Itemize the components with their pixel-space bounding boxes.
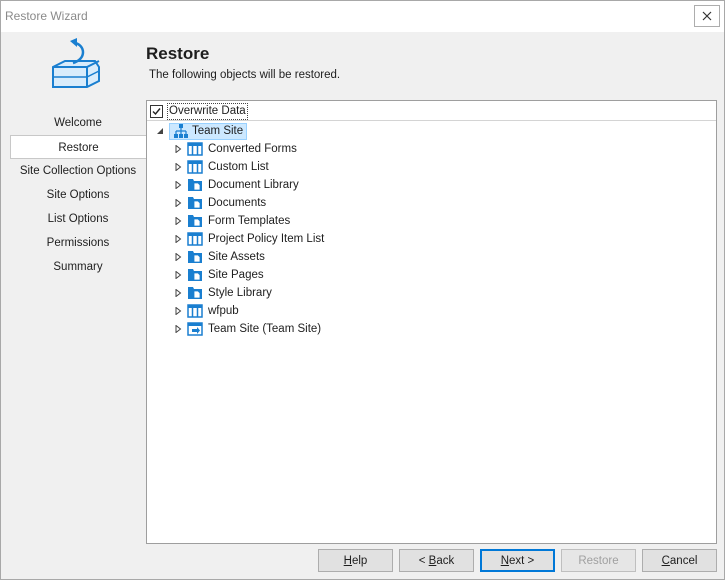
tree-item-label: Site Assets <box>208 251 265 263</box>
expand-triangle-icon[interactable] <box>173 180 183 190</box>
tree-item[interactable]: Converted Forms <box>173 140 297 158</box>
document-library-icon <box>188 179 202 191</box>
tree-item[interactable]: wfpub <box>173 302 239 320</box>
wizard-footer: Help < Back Next > Restore Cancel <box>1 544 724 580</box>
subsite-icon <box>187 322 203 336</box>
overwrite-data-row: Overwrite Data <box>147 101 716 121</box>
restore-wizard-window: Restore Wizard Restore The following obj… <box>0 0 725 580</box>
list-icon <box>187 304 203 318</box>
document-library-icon <box>188 287 202 299</box>
restore-button[interactable]: Restore <box>561 549 636 572</box>
nav-item-site-collection-options[interactable]: Site Collection Options <box>10 159 146 183</box>
expand-triangle-icon[interactable] <box>173 216 183 226</box>
help-accel: H <box>343 554 352 567</box>
expand-triangle-icon[interactable] <box>173 270 183 280</box>
tree-item-label: Custom List <box>208 161 269 173</box>
document-library-icon <box>188 251 202 263</box>
tree-item[interactable]: Site Pages <box>173 266 264 284</box>
tree-root-row[interactable]: Team Site <box>155 122 248 140</box>
collapse-triangle-icon[interactable] <box>155 126 165 136</box>
expand-triangle-icon[interactable] <box>173 306 183 316</box>
title-bar: Restore Wizard <box>1 1 724 32</box>
page-subtitle: The following objects will be restored. <box>149 69 341 81</box>
expand-triangle-icon[interactable] <box>173 162 183 172</box>
page-title: Restore <box>146 44 210 63</box>
document-library-icon <box>188 269 202 281</box>
back-accel: B <box>428 554 437 567</box>
next-label-post: ext > <box>509 554 535 567</box>
close-icon <box>702 11 712 21</box>
tree-item[interactable]: Form Templates <box>173 212 290 230</box>
tree-item[interactable]: Custom List <box>173 158 269 176</box>
restore-database-icon <box>52 38 100 88</box>
cancel-button[interactable]: Cancel <box>642 549 717 572</box>
document-library-icon <box>188 197 202 209</box>
tree-item[interactable]: Project Policy Item List <box>173 230 324 248</box>
tree-item[interactable]: Style Library <box>173 284 272 302</box>
cancel-label-post: ancel <box>669 554 698 567</box>
tree-root-node[interactable]: Team Site <box>169 122 248 140</box>
tree-item-label: Converted Forms <box>208 143 297 155</box>
nav-item-summary[interactable]: Summary <box>10 255 146 279</box>
help-label-post: elp <box>351 554 368 567</box>
tree-item[interactable]: Site Assets <box>173 248 265 266</box>
tree-item-label: Form Templates <box>208 215 291 227</box>
expand-triangle-icon[interactable] <box>173 324 183 334</box>
next-button[interactable]: Next > <box>480 549 555 572</box>
tree-item-label: wfpub <box>208 305 239 317</box>
window-title: Restore Wizard <box>5 9 88 23</box>
next-accel: N <box>500 554 510 567</box>
expand-triangle-icon[interactable] <box>173 234 183 244</box>
wizard-steps-nav: Welcome Restore Site Collection Options … <box>10 111 146 279</box>
help-button[interactable]: Help <box>318 549 393 572</box>
document-library-icon <box>188 215 202 227</box>
expand-triangle-icon[interactable] <box>173 144 183 154</box>
tree-item-label: Style Library <box>208 287 272 299</box>
tree-item-label: Document Library <box>208 179 299 191</box>
list-icon <box>187 232 203 246</box>
restore-tree-panel: Overwrite Data Team Site Converted Forms… <box>146 100 717 544</box>
nav-item-list-options[interactable]: List Options <box>10 207 146 231</box>
tree-item-label: Project Policy Item List <box>208 233 325 245</box>
overwrite-data-label[interactable]: Overwrite Data <box>167 103 248 120</box>
tree-root-label: Team Site <box>192 124 244 137</box>
tree-item-label: Team Site (Team Site) <box>208 323 322 335</box>
expand-triangle-icon[interactable] <box>173 252 183 262</box>
tree-item[interactable]: Document Library <box>173 176 299 194</box>
tree-item-label: Documents <box>208 197 267 209</box>
site-hierarchy-icon <box>174 124 188 138</box>
expand-triangle-icon[interactable] <box>173 288 183 298</box>
nav-item-restore[interactable]: Restore <box>10 135 146 159</box>
back-label-pre: < <box>418 554 429 567</box>
overwrite-data-checkbox[interactable] <box>150 105 163 118</box>
cancel-accel: C <box>661 554 670 567</box>
back-button[interactable]: < Back <box>399 549 474 572</box>
nav-item-welcome[interactable]: Welcome <box>10 111 146 135</box>
list-icon <box>187 160 203 174</box>
expand-triangle-icon[interactable] <box>173 198 183 208</box>
tree-item[interactable]: Team Site (Team Site) <box>173 320 321 338</box>
list-icon <box>187 142 203 156</box>
nav-item-permissions[interactable]: Permissions <box>10 231 146 255</box>
tree-item[interactable]: Documents <box>173 194 266 212</box>
tree-item-label: Site Pages <box>208 269 264 281</box>
back-label-post: ack <box>436 554 455 567</box>
close-button[interactable] <box>694 5 720 27</box>
checkmark-icon <box>152 108 161 116</box>
nav-item-site-options[interactable]: Site Options <box>10 183 146 207</box>
